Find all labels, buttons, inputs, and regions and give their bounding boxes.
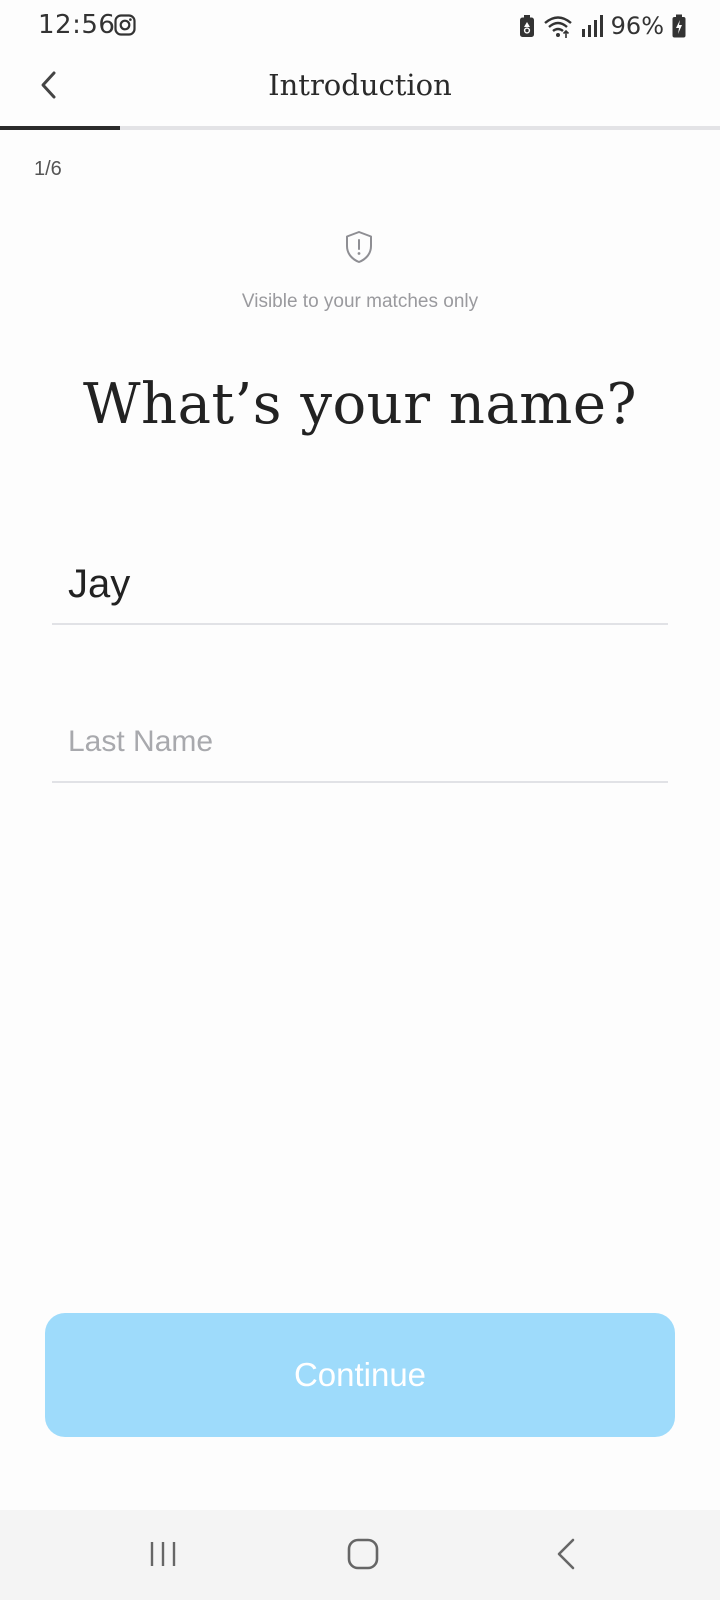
battery-saver-icon: [519, 15, 534, 37]
app-header: Introduction: [0, 52, 720, 128]
first-name-input[interactable]: [52, 545, 668, 623]
status-time: 12:56: [38, 10, 116, 40]
battery-charging-icon: [672, 14, 686, 38]
recents-button[interactable]: [133, 1532, 193, 1576]
screen: 12:56 96% Introduction 1/6 Visible to yo…: [0, 0, 720, 1600]
first-name-field: [52, 545, 668, 625]
shield-alert-icon: [346, 231, 372, 263]
system-nav-bar: [0, 1510, 720, 1600]
recents-icon: [150, 1542, 176, 1566]
battery-percent: 96%: [610, 12, 664, 40]
progress-bar: [0, 126, 720, 130]
home-button[interactable]: [333, 1532, 393, 1576]
home-icon: [347, 1538, 379, 1570]
back-icon: [557, 1538, 575, 1570]
progress-fill: [0, 126, 121, 130]
page-title: Introduction: [268, 68, 452, 102]
wifi-icon: [543, 16, 572, 38]
last-name-input[interactable]: [52, 703, 668, 781]
step-counter: 1/6: [34, 158, 62, 180]
continue-button[interactable]: Continue: [45, 1313, 675, 1437]
status-icons: 96%: [519, 12, 686, 40]
system-back-button[interactable]: [536, 1532, 596, 1576]
visibility-note: Visible to your matches only: [241, 291, 479, 312]
status-bar: 12:56 96%: [0, 0, 720, 52]
instagram-icon: [114, 14, 136, 36]
question-heading: What’s your name?: [82, 372, 638, 437]
signal-icon: [581, 15, 603, 37]
last-name-field: [52, 703, 668, 783]
